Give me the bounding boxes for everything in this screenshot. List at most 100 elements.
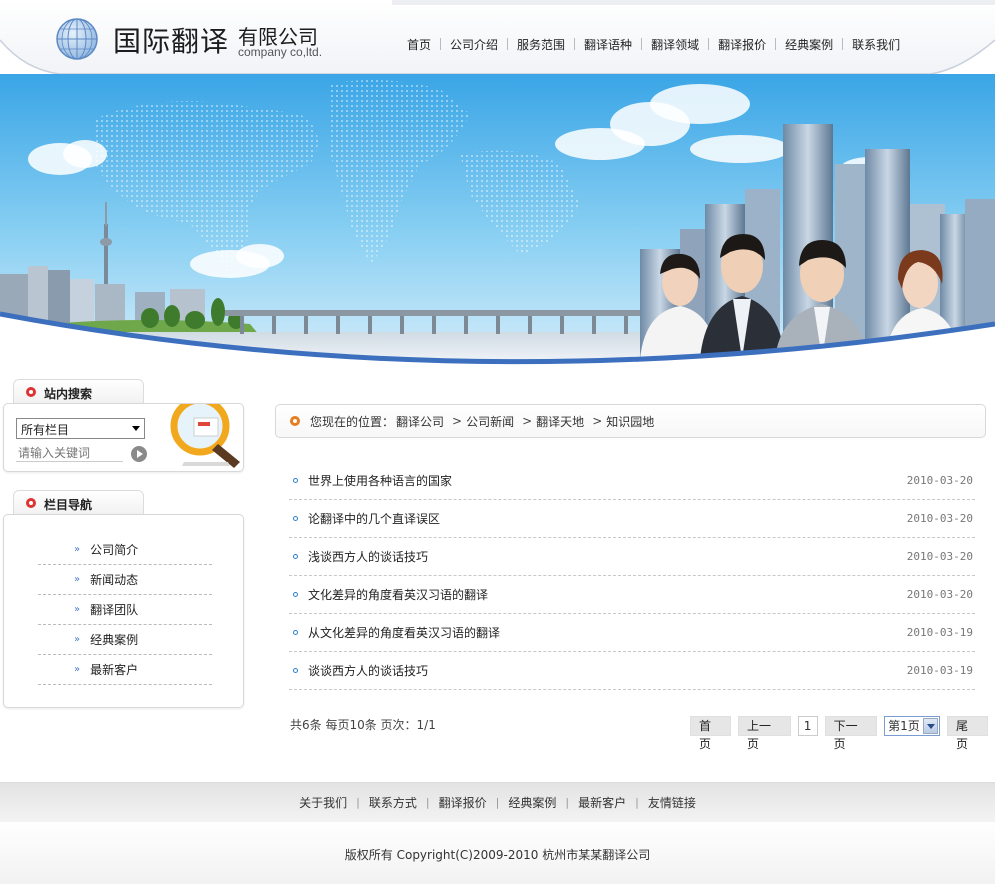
breadcrumb-link-company[interactable]: 翻译公司: [396, 413, 444, 430]
double-chevron-right-icon: »: [74, 574, 81, 585]
breadcrumb-prefix: 您现在的位置：: [310, 414, 395, 429]
page-select[interactable]: 第1页: [884, 716, 940, 736]
nav-item-cases[interactable]: 经典案例: [776, 36, 842, 53]
article-date: 2010-03-20: [906, 588, 973, 601]
search-panel: 所有栏目: [3, 403, 244, 472]
column-nav-item-label: 经典案例: [90, 633, 139, 647]
nav-item-fields[interactable]: 翻译领域: [642, 36, 708, 53]
magnifier-icon: [170, 404, 240, 468]
pagination: 首页 上一页 1 下一页 第1页 尾页: [690, 716, 995, 751]
footer-link-about[interactable]: 关于我们: [290, 794, 356, 811]
list-item: 论翻译中的几个直译误区 2010-03-20: [289, 500, 975, 538]
footer-links: 关于我们 | 联系方式 | 翻译报价 | 经典案例 | 最新客户 | 友情链接: [0, 782, 995, 822]
nav-item-languages[interactable]: 翻译语种: [575, 36, 641, 53]
column-nav-item-label: 公司简介: [90, 543, 139, 557]
column-nav-item-news[interactable]: » 新闻动态: [38, 565, 212, 595]
article-date: 2010-03-19: [906, 626, 973, 639]
red-dot-icon: [26, 387, 36, 397]
column-nav-list: » 公司简介 » 新闻动态 » 翻译团队 » 经典案例 » 最新客户: [38, 535, 212, 685]
double-chevron-right-icon: »: [74, 544, 81, 555]
column-nav-item-profile[interactable]: » 公司简介: [38, 535, 212, 565]
article-title-link[interactable]: 浅谈西方人的谈话技巧: [308, 548, 428, 565]
column-nav-item-label: 最新客户: [90, 663, 139, 677]
footer-link-friends[interactable]: 友情链接: [639, 794, 705, 811]
column-nav-panel: » 公司简介 » 新闻动态 » 翻译团队 » 经典案例 » 最新客户: [3, 514, 244, 708]
prev-page-button[interactable]: 上一页: [738, 716, 791, 751]
list-item: 世界上使用各种语言的国家 2010-03-20: [289, 462, 975, 500]
circle-bullet-icon: [293, 630, 298, 635]
article-title-link[interactable]: 从文化差异的角度看英汉习语的翻译: [308, 624, 500, 641]
article-title-link[interactable]: 文化差异的角度看英汉习语的翻译: [308, 586, 488, 603]
breadcrumb-separator: >: [592, 414, 603, 428]
orange-dot-icon: [290, 416, 300, 426]
breadcrumb-link-knowledge[interactable]: 知识园地: [606, 413, 654, 430]
list-item: 谈谈西方人的谈话技巧 2010-03-19: [289, 652, 975, 690]
footer-link-cases[interactable]: 经典案例: [499, 794, 565, 811]
nav-item-about[interactable]: 公司介绍: [441, 36, 507, 53]
article-title-link[interactable]: 论翻译中的几个直译误区: [308, 510, 440, 527]
category-select-value: 所有栏目: [21, 423, 70, 437]
breadcrumb-separator: >: [522, 414, 533, 428]
list-item: 文化差异的角度看英汉习语的翻译 2010-03-20: [289, 576, 975, 614]
logo-chinese-name: 国际翻译: [113, 25, 230, 58]
nav-item-services[interactable]: 服务范围: [508, 36, 574, 53]
article-title-link[interactable]: 世界上使用各种语言的国家: [308, 472, 452, 489]
copyright-text: 版权所有 Copyright(C)2009-2010 杭州市某某翻译公司: [344, 848, 651, 862]
column-nav-item-cases[interactable]: » 经典案例: [38, 625, 212, 655]
nav-item-home[interactable]: 首页: [398, 36, 440, 53]
main-nav: 首页 公司介绍 服务范围 翻译语种 翻译领域 翻译报价 经典案例 联系我们: [398, 34, 909, 54]
article-date: 2010-03-20: [906, 550, 973, 563]
circle-bullet-icon: [293, 516, 298, 521]
column-nav-tab: 栏目导航: [13, 490, 144, 515]
article-date: 2010-03-19: [906, 664, 973, 677]
pagination-info: 共6条 每页10条 页次：1/1: [290, 718, 436, 732]
circle-bullet-icon: [293, 668, 298, 673]
search-panel-title: 站内搜索: [44, 387, 93, 401]
footer-link-clients[interactable]: 最新客户: [569, 794, 635, 811]
current-page-number[interactable]: 1: [797, 716, 818, 736]
article-title-link[interactable]: 谈谈西方人的谈话技巧: [308, 662, 428, 679]
double-chevron-right-icon: »: [74, 634, 81, 645]
article-date: 2010-03-20: [906, 474, 973, 487]
list-item: 从文化差异的角度看英汉习语的翻译 2010-03-19: [289, 614, 975, 652]
nav-item-contact[interactable]: 联系我们: [843, 36, 909, 53]
search-panel-tab: 站内搜索: [13, 379, 144, 404]
hero-banner: [0, 74, 995, 370]
keyword-input[interactable]: [16, 444, 123, 462]
red-dot-icon: [26, 498, 36, 508]
double-chevron-right-icon: »: [74, 664, 81, 675]
next-page-button[interactable]: 下一页: [824, 716, 878, 751]
page-select-value: 第1页: [888, 719, 920, 733]
breadcrumb-link-news[interactable]: 公司新闻: [466, 413, 514, 430]
nav-item-pricing[interactable]: 翻译报价: [709, 36, 775, 53]
chevron-down-icon: [922, 718, 938, 734]
chevron-down-icon: [132, 426, 140, 431]
column-nav-item-clients[interactable]: » 最新客户: [38, 655, 212, 685]
globe-icon: [56, 18, 98, 60]
banner-illustration: [0, 74, 995, 370]
breadcrumb-separator: >: [452, 414, 463, 428]
arrow-right-circle-icon[interactable]: [131, 446, 147, 462]
logo-english-name: company co,ltd.: [238, 45, 323, 59]
breadcrumb-link-translation-world[interactable]: 翻译天地: [536, 413, 584, 430]
list-item: 浅谈西方人的谈话技巧 2010-03-20: [289, 538, 975, 576]
breadcrumb: 您现在的位置： 翻译公司 > 公司新闻 > 翻译天地 > 知识园地: [275, 404, 986, 438]
footer-link-pricing[interactable]: 翻译报价: [430, 794, 496, 811]
site-header: 国际翻译 有限公司 company co,ltd. 首页 公司介绍 服务范围 翻…: [0, 0, 995, 78]
column-nav-item-label: 新闻动态: [90, 573, 139, 587]
circle-bullet-icon: [293, 478, 298, 483]
category-select[interactable]: 所有栏目: [16, 418, 145, 439]
site-logo[interactable]: 国际翻译 有限公司 company co,ltd.: [55, 15, 335, 65]
circle-bullet-icon: [293, 592, 298, 597]
copyright: 版权所有 Copyright(C)2009-2010 杭州市某某翻译公司: [0, 822, 995, 884]
article-date: 2010-03-20: [906, 512, 973, 525]
article-list: 世界上使用各种语言的国家 2010-03-20 论翻译中的几个直译误区 2010…: [289, 462, 975, 690]
last-page-button[interactable]: 尾页: [946, 716, 988, 751]
footer-link-contact[interactable]: 联系方式: [360, 794, 426, 811]
column-nav-item-team[interactable]: » 翻译团队: [38, 595, 212, 625]
first-page-button[interactable]: 首页: [690, 716, 732, 751]
double-chevron-right-icon: »: [74, 604, 81, 615]
column-nav-item-label: 翻译团队: [90, 603, 139, 617]
circle-bullet-icon: [293, 554, 298, 559]
column-nav-title: 栏目导航: [44, 498, 93, 512]
